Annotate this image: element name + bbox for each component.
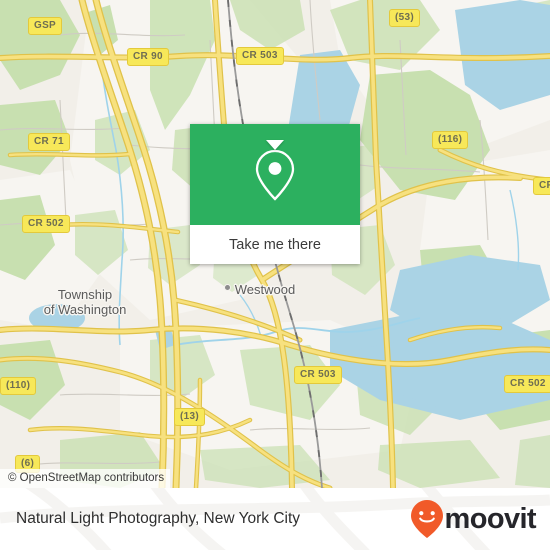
moovit-brand-logo[interactable]: moovit [410,499,537,539]
road-shield: GSP [28,17,63,35]
map-attribution[interactable]: © OpenStreetMap contributors [0,469,171,488]
road-shield: (116) [432,131,469,149]
moovit-wordmark: moovit [444,502,537,535]
take-me-there-label: Take me there [229,236,321,253]
map-canvas[interactable]: Township of Washington Westwood GSP (53) C… [0,0,550,488]
place-label-line-1: Township [57,287,113,302]
popup-pointer-tail [266,140,284,150]
road-shield: CR 502 [504,375,550,393]
road-shield: CR 502 [22,215,70,233]
moovit-place-card: Township of Washington Westwood GSP (53) C… [0,0,550,550]
map-pin-icon [255,149,295,201]
road-shield: CR 90 [127,48,169,66]
road-shield: (110) [0,377,37,395]
road-shield: CR 503 [236,47,284,65]
town-dot-westwood [224,284,231,291]
place-label-line-2: of Washington [43,302,127,317]
place-label-westwood: Westwood [234,282,296,297]
road-shield: CR 503 [294,366,342,384]
moovit-pin-icon [410,500,443,538]
place-title: Natural Light Photography, New York City [16,510,301,527]
footer-bar: Natural Light Photography, New York City… [0,488,550,550]
road-shield: CR 71 [28,133,70,151]
road-shield: (53) [389,9,420,27]
popup-action-bar[interactable]: Take me there [190,225,360,264]
place-label-township-of-washington: Township of Washington [44,287,127,317]
road-shield: CR [533,177,550,195]
road-shield: (13) [174,408,205,426]
